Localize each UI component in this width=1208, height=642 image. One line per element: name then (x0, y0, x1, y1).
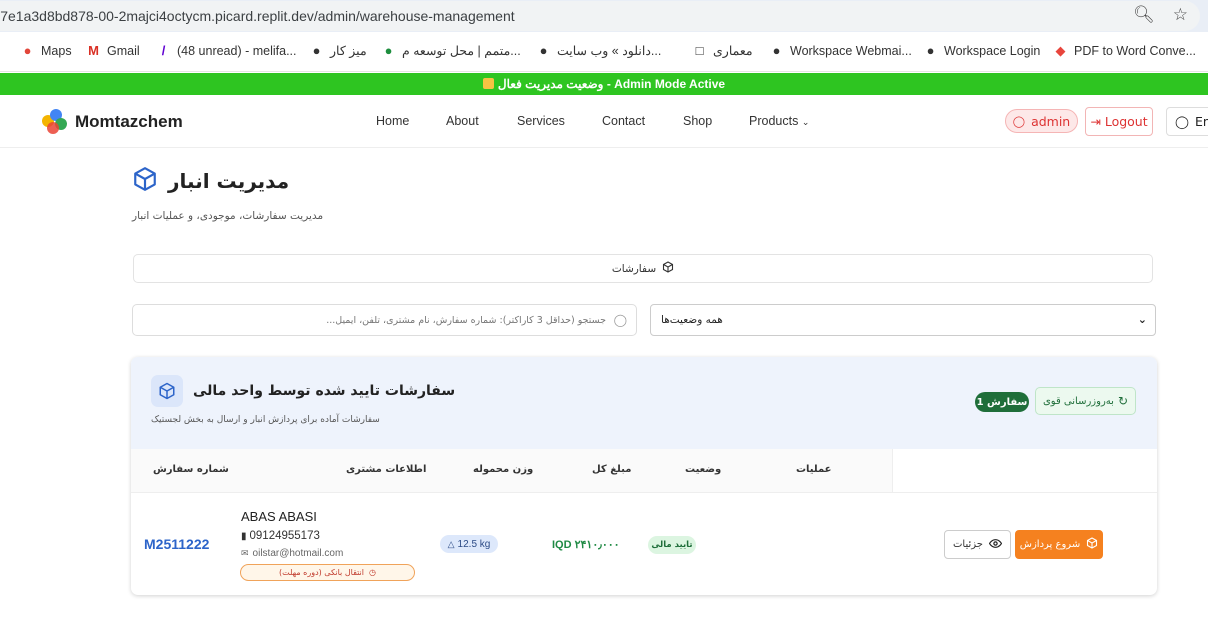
search-input[interactable] (133, 305, 636, 335)
nav-about[interactable]: About (446, 114, 479, 128)
package-icon (132, 166, 158, 196)
status-filter-select[interactable]: همه وضعیت‌ها ⌄ (650, 304, 1156, 336)
card-subtitle: سفارشات آماده برای پردازش انبار و ارسال … (151, 415, 380, 425)
column-header: وزن محموله (473, 464, 534, 475)
payment-method-badge: انتقال بانکی (دوره مهلت) ◷ (240, 564, 415, 581)
admin-badge[interactable]: ◯ admin (1005, 109, 1078, 133)
globe-icon: ● (772, 43, 781, 58)
clock-icon: ◷ (368, 568, 376, 577)
status-badge: تایید مالی (648, 536, 696, 554)
address-field[interactable]: 9b-7e1a3d8bd878-00-2majci4octycm.picard.… (0, 1, 1200, 31)
column-header: مبلغ کل (592, 464, 632, 475)
admin-mode-bar: وضعیت مدیریت فعال - Admin Mode Active (0, 73, 1208, 95)
package-icon (151, 375, 183, 407)
details-button[interactable]: جزئیات (944, 530, 1011, 559)
globe-icon: ● (539, 43, 548, 58)
table-row[interactable]: M2511222 ABAS ABASI ▮ 09124955173 ✉ oils… (131, 494, 1157, 594)
package-icon (662, 261, 674, 276)
maps-icon: ● (23, 43, 32, 58)
weight-badge: △ 12.5 kg (440, 535, 498, 553)
nav-services[interactable]: Services (517, 114, 565, 128)
language-button[interactable]: ◯ En (1166, 107, 1208, 136)
eye-icon (988, 537, 1003, 553)
bookmark-workspace-login[interactable]: ● Workspace Login (923, 43, 1041, 58)
folder-icon: □ (695, 43, 704, 58)
bookmark-pdf-to-word[interactable]: ◆ PDF to Word Conve... (1053, 43, 1197, 58)
nav-products[interactable]: Products ⌄ (749, 114, 809, 128)
page-title: مدیریت انبار (132, 166, 289, 196)
bookmark-architecture[interactable]: □ معماری (692, 43, 753, 58)
globe-icon: ◯ (1175, 114, 1189, 129)
column-header: شماره سفارش (153, 464, 229, 475)
bookmark-star-icon[interactable]: ☆ (1173, 5, 1188, 25)
card-header: سفارشات تایید شده توسط واحد مالی سفارشات… (131, 357, 1157, 449)
orders-card: سفارشات تایید شده توسط واحد مالی سفارشات… (131, 357, 1157, 595)
start-processing-button[interactable]: شروع پردازش (1015, 530, 1103, 559)
column-header: عملیات (796, 464, 832, 475)
bookmarks-bar: ● Maps M Gmail / (48 unread) - melifa...… (0, 32, 1208, 72)
bookmark-dashboard[interactable]: ● میز کار (309, 43, 367, 58)
bookmark-maps[interactable]: ● Maps (20, 43, 72, 58)
order-count-badge: سفارش 1 (975, 392, 1029, 412)
yahoo-icon: / (161, 43, 166, 58)
card-heading: سفارشات تایید شده توسط واحد مالی (193, 383, 456, 399)
nav-shop[interactable]: Shop (683, 114, 712, 128)
table-header: شماره سفارش اطلاعات مشتری وزن محموله مبل… (131, 449, 892, 493)
card-title: سفارشات تایید شده توسط واحد مالی (151, 375, 455, 407)
logout-button[interactable]: ⇥ Logout (1085, 107, 1153, 136)
mail-icon: ✉ (241, 548, 249, 558)
logo-icon (42, 109, 68, 135)
weight-icon: △ (447, 538, 455, 549)
column-header: وضعیت (685, 464, 722, 475)
package-icon (1086, 537, 1098, 552)
search-icon: ◯ (613, 313, 627, 327)
customer-name: ABAS ABASI (241, 509, 317, 524)
brand-logo[interactable]: Momtazchem (42, 109, 183, 135)
site-header: Momtazchem Home About Services Contact S… (0, 95, 1208, 148)
bookmark-yahoo-mail[interactable]: / (48 unread) - melifa... (156, 43, 297, 58)
tab-orders[interactable]: سفارشات (133, 254, 1153, 283)
chevron-down-icon: ⌄ (1137, 313, 1147, 326)
bookmark-motamem[interactable]: ● متمم | محل توسعه م... (381, 43, 521, 58)
pdf-icon: ◆ (1055, 43, 1066, 58)
chevron-down-icon: ⌄ (801, 117, 810, 127)
refresh-button[interactable]: به‌روزرسانی قوی ↻ (1035, 387, 1136, 415)
gmail-icon: M (88, 43, 99, 58)
brand-name: Momtazchem (75, 112, 183, 131)
globe-icon: ● (926, 43, 935, 58)
order-amount: IQD ۲۴۱۰٫۰۰۰ (552, 539, 620, 551)
search-field[interactable]: ◯ (132, 304, 637, 336)
leaf-icon: ● (384, 43, 393, 58)
order-number-link[interactable]: M2511222 (144, 536, 209, 552)
browser-url-bar: 9b-7e1a3d8bd878-00-2majci4octycm.picard.… (0, 0, 1208, 32)
customer-phone: ▮ 09124955173 (241, 530, 320, 542)
bookmark-gmail[interactable]: M Gmail (86, 43, 140, 58)
phone-icon: ▮ (241, 530, 247, 542)
globe-icon: ● (312, 43, 321, 58)
bookmark-download[interactable]: ● دانلود » وب سایت... (536, 43, 662, 58)
lock-icon (482, 78, 494, 89)
nav-contact[interactable]: Contact (602, 114, 645, 128)
bookmark-workspace-webmail[interactable]: ● Workspace Webmai... (769, 43, 912, 58)
logout-icon: ⇥ (1090, 114, 1101, 129)
page-subtitle: مدیریت سفارشات، موجودی، و عملیات انبار (132, 210, 324, 222)
refresh-icon: ↻ (1117, 394, 1129, 408)
nav-home[interactable]: Home (376, 114, 409, 128)
shield-icon: ◯ (1012, 114, 1026, 128)
column-header: اطلاعات مشتری (346, 464, 427, 475)
url-text[interactable]: 9b-7e1a3d8bd878-00-2majci4octycm.picard.… (0, 8, 515, 24)
zoom-icon[interactable]: 🔍︎ (1133, 5, 1155, 25)
customer-email: ✉ oilstar@hotmail.com (241, 548, 344, 559)
page-heading: مدیریت انبار (168, 169, 290, 193)
